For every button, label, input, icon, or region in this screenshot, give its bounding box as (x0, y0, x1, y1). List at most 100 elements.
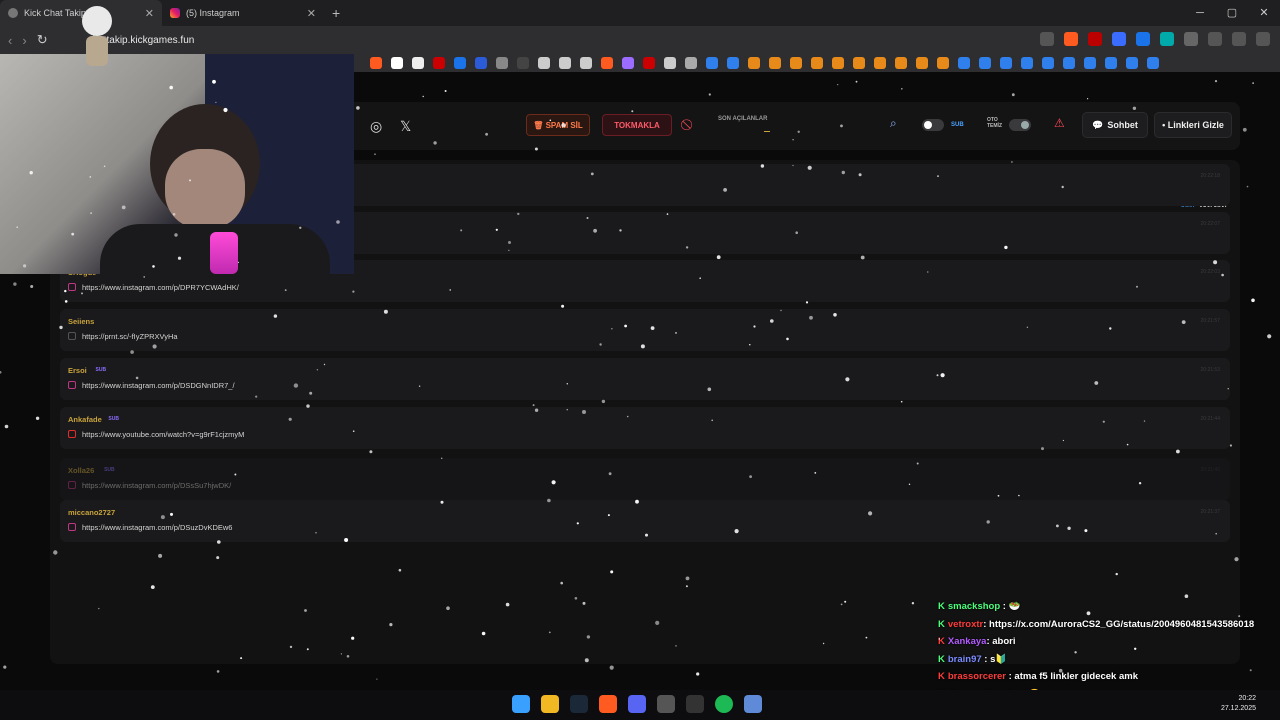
back-icon[interactable]: ‹ (8, 33, 12, 48)
bookmark-icon[interactable] (853, 57, 865, 69)
chat-username[interactable]: smackshop (948, 601, 1000, 612)
message-username[interactable]: Ankafade (68, 415, 102, 424)
bookmark-icon[interactable] (916, 57, 928, 69)
close-window-button[interactable]: ✕ (1248, 0, 1280, 26)
sub-toggle[interactable] (922, 119, 944, 131)
steam-icon[interactable] (1147, 57, 1159, 69)
message-username[interactable]: Ersoi (68, 366, 87, 375)
chat-username[interactable]: Xankaya (948, 636, 987, 647)
linkleri-gizle-button[interactable]: • Linkleri Gizle (1154, 112, 1232, 138)
steam-icon[interactable] (1084, 57, 1096, 69)
steam-icon[interactable] (1063, 57, 1075, 69)
steam-icon[interactable] (727, 57, 739, 69)
bookmark-icon[interactable] (811, 57, 823, 69)
puzzle-icon[interactable] (1184, 32, 1198, 46)
windows-start-icon[interactable] (512, 695, 530, 713)
bookmark-icon[interactable] (790, 57, 802, 69)
message-row[interactable]: Xolla26 SUB https://www.instagram.com/p/DS… (60, 458, 1230, 500)
x-icon[interactable]: 𝕏 (400, 118, 411, 135)
message-row[interactable]: Seiiens https://prnt.sc/-fIyZPRXVyHa 20:21… (60, 309, 1230, 351)
new-tab-button[interactable]: + (332, 5, 340, 21)
bookmark-icon[interactable] (559, 57, 571, 69)
bookmark-icon[interactable] (664, 57, 676, 69)
bookmark-icon[interactable] (769, 57, 781, 69)
message-username[interactable]: miccano2727 (68, 508, 115, 517)
message-link[interactable]: https://www.instagram.com/p/DPR7YCWAdHK/ (82, 283, 239, 292)
bookmark-icon[interactable] (895, 57, 907, 69)
discord-icon[interactable] (628, 695, 646, 713)
reload-icon[interactable]: ↻ (37, 32, 48, 48)
tab-instagram[interactable]: (5) Instagram ✕ (162, 0, 324, 26)
app-icon[interactable] (744, 695, 762, 713)
message-row[interactable]: Ankafade SUB https://www.youtube.com/watch… (60, 407, 1230, 449)
extension-icon[interactable] (1160, 32, 1174, 46)
spam-sil-button[interactable]: 🗑 SPAM SİL (526, 114, 590, 136)
oto-temiz-toggle[interactable] (1009, 119, 1031, 131)
warning-icon[interactable]: ⚠ (1054, 116, 1065, 130)
search-icon[interactable]: ⌕ (890, 116, 897, 131)
bookmark-icon[interactable] (601, 57, 613, 69)
forward-icon[interactable]: › (22, 33, 26, 48)
bookmark-icon[interactable] (832, 57, 844, 69)
message-username[interactable]: Seiiens (68, 317, 94, 326)
ban-icon[interactable]: ⃠ (680, 114, 698, 136)
sohbet-button[interactable]: 💬 Sohbet (1082, 112, 1148, 138)
bookmark-icon[interactable] (580, 57, 592, 69)
system-clock[interactable]: 20:22 27.12.2025 (1221, 694, 1256, 714)
extension-icon[interactable] (1136, 32, 1150, 46)
message-link[interactable]: https://www.youtube.com/watch?v=g9rF1cjz… (82, 430, 244, 439)
steam-icon[interactable] (1126, 57, 1138, 69)
bookmark-icon[interactable] (454, 57, 466, 69)
message-link[interactable]: https://www.instagram.com/p/DSsSu7hjwDK/ (82, 481, 231, 490)
message-row[interactable]: miccano2727 https://www.instagram.com/p/D… (60, 500, 1230, 542)
tab-close-icon[interactable]: ✕ (145, 7, 154, 20)
bookmark-icon[interactable] (622, 57, 634, 69)
sidebar-icon[interactable] (1208, 32, 1222, 46)
bookmark-icon[interactable] (475, 57, 487, 69)
bookmark-icon[interactable] (517, 57, 529, 69)
bookmark-icon[interactable] (937, 57, 949, 69)
extension-icon[interactable] (1112, 32, 1126, 46)
chat-username[interactable]: brassorcerer (948, 671, 1006, 682)
bookmark-icon[interactable] (412, 57, 424, 69)
bookmark-icon[interactable] (643, 57, 655, 69)
message-row[interactable]: Ersoi SUB https://www.instagram.com/p/DSDG… (60, 358, 1230, 400)
steam-icon[interactable] (1105, 57, 1117, 69)
tokmakla-button[interactable]: TOKMAKLA (602, 114, 672, 136)
steam-icon[interactable] (979, 57, 991, 69)
bookmark-icon[interactable] (433, 57, 445, 69)
message-link[interactable]: https://www.instagram.com/p/DSDGNnIDR7_/ (82, 381, 235, 390)
app-icon[interactable] (657, 695, 675, 713)
brave-browser-icon[interactable] (599, 695, 617, 713)
bookmark-icon[interactable] (748, 57, 760, 69)
bookmark-icon[interactable] (391, 57, 403, 69)
steam-icon[interactable] (1000, 57, 1012, 69)
steam-icon[interactable] (706, 57, 718, 69)
share-icon[interactable] (1040, 32, 1054, 46)
steam-icon[interactable] (958, 57, 970, 69)
folder-icon[interactable] (685, 57, 697, 69)
music-icon[interactable] (1232, 32, 1246, 46)
steam-icon[interactable] (570, 695, 588, 713)
brave-shield-icon[interactable] (1064, 32, 1078, 46)
obs-icon[interactable] (686, 695, 704, 713)
bookmark-icon[interactable] (496, 57, 508, 69)
bookmark-icon[interactable] (538, 57, 550, 69)
chat-username[interactable]: brain97 (948, 654, 982, 665)
instagram-icon[interactable]: ◎ (370, 118, 382, 135)
chat-username[interactable]: vetroxtr (948, 619, 983, 630)
message-username[interactable]: Xolla26 (68, 466, 94, 475)
message-link[interactable]: https://www.instagram.com/p/DSuzDvKDEw6 (82, 523, 232, 532)
file-explorer-icon[interactable] (541, 695, 559, 713)
bookmark-icon[interactable] (370, 57, 382, 69)
ublock-icon[interactable] (1088, 32, 1102, 46)
minimize-button[interactable]: ─ (1184, 0, 1216, 26)
bookmark-icon[interactable] (874, 57, 886, 69)
spotify-icon[interactable] (715, 695, 733, 713)
message-link[interactable]: https://prnt.sc/-fIyZPRXVyHa (82, 332, 178, 341)
menu-icon[interactable] (1256, 32, 1270, 46)
steam-icon[interactable] (1021, 57, 1033, 69)
steam-icon[interactable] (1042, 57, 1054, 69)
tab-close-icon[interactable]: ✕ (307, 7, 316, 20)
maximize-button[interactable]: ▢ (1216, 0, 1248, 26)
